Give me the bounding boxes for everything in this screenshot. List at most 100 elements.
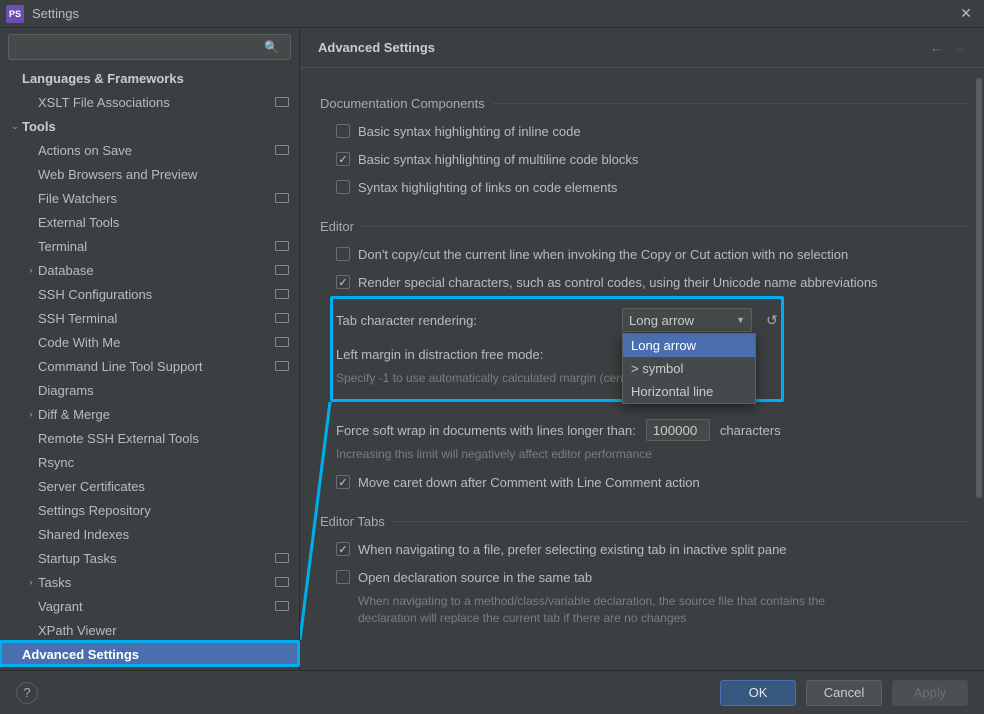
sidebar-item-xpath-viewer[interactable]: XPath Viewer [0, 618, 299, 642]
checkbox-render-special[interactable] [336, 275, 350, 289]
project-scope-icon [275, 313, 289, 323]
sidebar-item-label: Rsync [38, 455, 289, 470]
sidebar-item-label: Web Browsers and Preview [38, 167, 289, 182]
project-scope-icon [275, 337, 289, 347]
reset-icon[interactable]: ↺ [762, 310, 782, 330]
search-icon: 🔍 [264, 40, 279, 54]
section-documentation: Documentation Components [320, 96, 966, 111]
ok-button[interactable]: OK [720, 680, 796, 706]
dropdown-tab-rendering[interactable]: Long arrow> symbolHorizontal line [622, 333, 756, 404]
apply-button[interactable]: Apply [892, 680, 968, 706]
checkbox-prefer-existing-tab[interactable] [336, 542, 350, 556]
sidebar-item-label: Code With Me [38, 335, 275, 350]
sidebar-item-label: Settings Repository [38, 503, 289, 518]
cancel-button[interactable]: Cancel [806, 680, 882, 706]
sidebar-item-tools[interactable]: ⌄Tools [0, 114, 299, 138]
sidebar-item-actions-on-save[interactable]: Actions on Save [0, 138, 299, 162]
sidebar-item-label: XSLT File Associations [38, 95, 275, 110]
sidebar-item-label: Tasks [38, 575, 275, 590]
sidebar-item-database[interactable]: ›Database [0, 258, 299, 282]
sidebar-item-label: Diagrams [38, 383, 289, 398]
label-open-decl-same-tab: Open declaration source in the same tab [358, 570, 592, 585]
project-scope-icon [275, 145, 289, 155]
nav-forward-icon[interactable]: → [953, 40, 966, 55]
sidebar-item-label: Terminal [38, 239, 275, 254]
checkbox-inline-highlight[interactable] [336, 124, 350, 138]
sidebar-item-label: Tools [22, 119, 289, 134]
sidebar-item-xslt-file-associations[interactable]: XSLT File Associations [0, 90, 299, 114]
sidebar-item-terminal[interactable]: Terminal [0, 234, 299, 258]
checkbox-multiline-highlight[interactable] [336, 152, 350, 166]
section-editor: Editor [320, 219, 966, 234]
sidebar-item-label: SSH Terminal [38, 311, 275, 326]
sidebar-item-file-watchers[interactable]: File Watchers [0, 186, 299, 210]
sidebar-item-label: Startup Tasks [38, 551, 275, 566]
label-move-caret: Move caret down after Comment with Line … [358, 475, 700, 490]
sidebar-item-languages-frameworks[interactable]: Languages & Frameworks [0, 66, 299, 90]
page-title: Advanced Settings [318, 40, 930, 55]
sidebar-item-ssh-terminal[interactable]: SSH Terminal [0, 306, 299, 330]
sidebar-item-rsync[interactable]: Rsync [0, 450, 299, 474]
titlebar: PS Settings ✕ [0, 0, 984, 28]
sidebar-item-label: Server Certificates [38, 479, 289, 494]
project-scope-icon [275, 289, 289, 299]
sidebar-item-label: Languages & Frameworks [22, 71, 289, 86]
sidebar-item-ssh-configurations[interactable]: SSH Configurations [0, 282, 299, 306]
sidebar-item-label: SSH Configurations [38, 287, 275, 302]
sidebar-item-vagrant[interactable]: Vagrant [0, 594, 299, 618]
sidebar-item-label: Remote SSH External Tools [38, 431, 289, 446]
project-scope-icon [275, 553, 289, 563]
sidebar-item-code-with-me[interactable]: Code With Me [0, 330, 299, 354]
chevron-right-icon: › [24, 265, 38, 275]
sidebar-item-diagrams[interactable]: Diagrams [0, 378, 299, 402]
sidebar-item-label: Database [38, 263, 275, 278]
sidebar-item-label: Vagrant [38, 599, 275, 614]
label-links-highlight: Syntax highlighting of links on code ele… [358, 180, 617, 195]
settings-tree[interactable]: Languages & Frameworks XSLT File Associat… [0, 66, 299, 670]
checkbox-dont-copy-cut[interactable] [336, 247, 350, 261]
project-scope-icon [275, 265, 289, 275]
option--symbol[interactable]: > symbol [623, 357, 755, 380]
help-button[interactable]: ? [16, 682, 38, 704]
app-icon: PS [6, 5, 24, 23]
checkbox-open-decl-same-tab[interactable] [336, 570, 350, 584]
sidebar-item-tasks[interactable]: ›Tasks [0, 570, 299, 594]
sidebar-item-external-tools[interactable]: External Tools [0, 210, 299, 234]
sidebar-item-web-browsers-and-preview[interactable]: Web Browsers and Preview [0, 162, 299, 186]
label-render-special: Render special characters, such as contr… [358, 275, 878, 290]
sidebar-item-diff-merge[interactable]: ›Diff & Merge [0, 402, 299, 426]
option-long-arrow[interactable]: Long arrow [623, 334, 755, 357]
sidebar-item-startup-tasks[interactable]: Startup Tasks [0, 546, 299, 570]
option-horizontal-line[interactable]: Horizontal line [623, 380, 755, 403]
sidebar-item-settings-repository[interactable]: Settings Repository [0, 498, 299, 522]
select-tab-rendering[interactable]: Long arrow ▼ [622, 308, 752, 332]
project-scope-icon [275, 97, 289, 107]
sidebar-item-label: XPath Viewer [38, 623, 289, 638]
project-scope-icon [275, 601, 289, 611]
project-scope-icon [275, 193, 289, 203]
sidebar-item-label: Diff & Merge [38, 407, 289, 422]
chevron-down-icon: ▼ [736, 315, 745, 325]
label-multiline-highlight: Basic syntax highlighting of multiline c… [358, 152, 638, 167]
search-input[interactable] [8, 34, 291, 60]
label-tab-rendering: Tab character rendering: [336, 313, 612, 328]
nav-back-icon[interactable]: ← [930, 40, 943, 55]
desc-soft-wrap: Increasing this limit will negatively af… [336, 446, 806, 462]
input-soft-wrap[interactable] [646, 419, 710, 441]
sidebar-item-label: File Watchers [38, 191, 275, 206]
close-icon[interactable]: ✕ [954, 5, 978, 22]
label-soft-wrap-suffix: characters [720, 423, 781, 438]
sidebar-item-remote-ssh-external-tools[interactable]: Remote SSH External Tools [0, 426, 299, 450]
sidebar-item-command-line-tool-support[interactable]: Command Line Tool Support [0, 354, 299, 378]
checkbox-links-highlight[interactable] [336, 180, 350, 194]
scrollbar[interactable] [974, 70, 984, 670]
sidebar-item-label: Shared Indexes [38, 527, 289, 542]
sidebar-item-label: Advanced Settings [22, 647, 289, 662]
sidebar-item-server-certificates[interactable]: Server Certificates [0, 474, 299, 498]
label-prefer-existing-tab: When navigating to a file, prefer select… [358, 542, 787, 557]
checkbox-move-caret[interactable] [336, 475, 350, 489]
sidebar-item-advanced-settings[interactable]: Advanced Settings [0, 642, 299, 666]
chevron-down-icon: ⌄ [8, 121, 22, 132]
sidebar-item-shared-indexes[interactable]: Shared Indexes [0, 522, 299, 546]
chevron-right-icon: › [24, 577, 38, 587]
